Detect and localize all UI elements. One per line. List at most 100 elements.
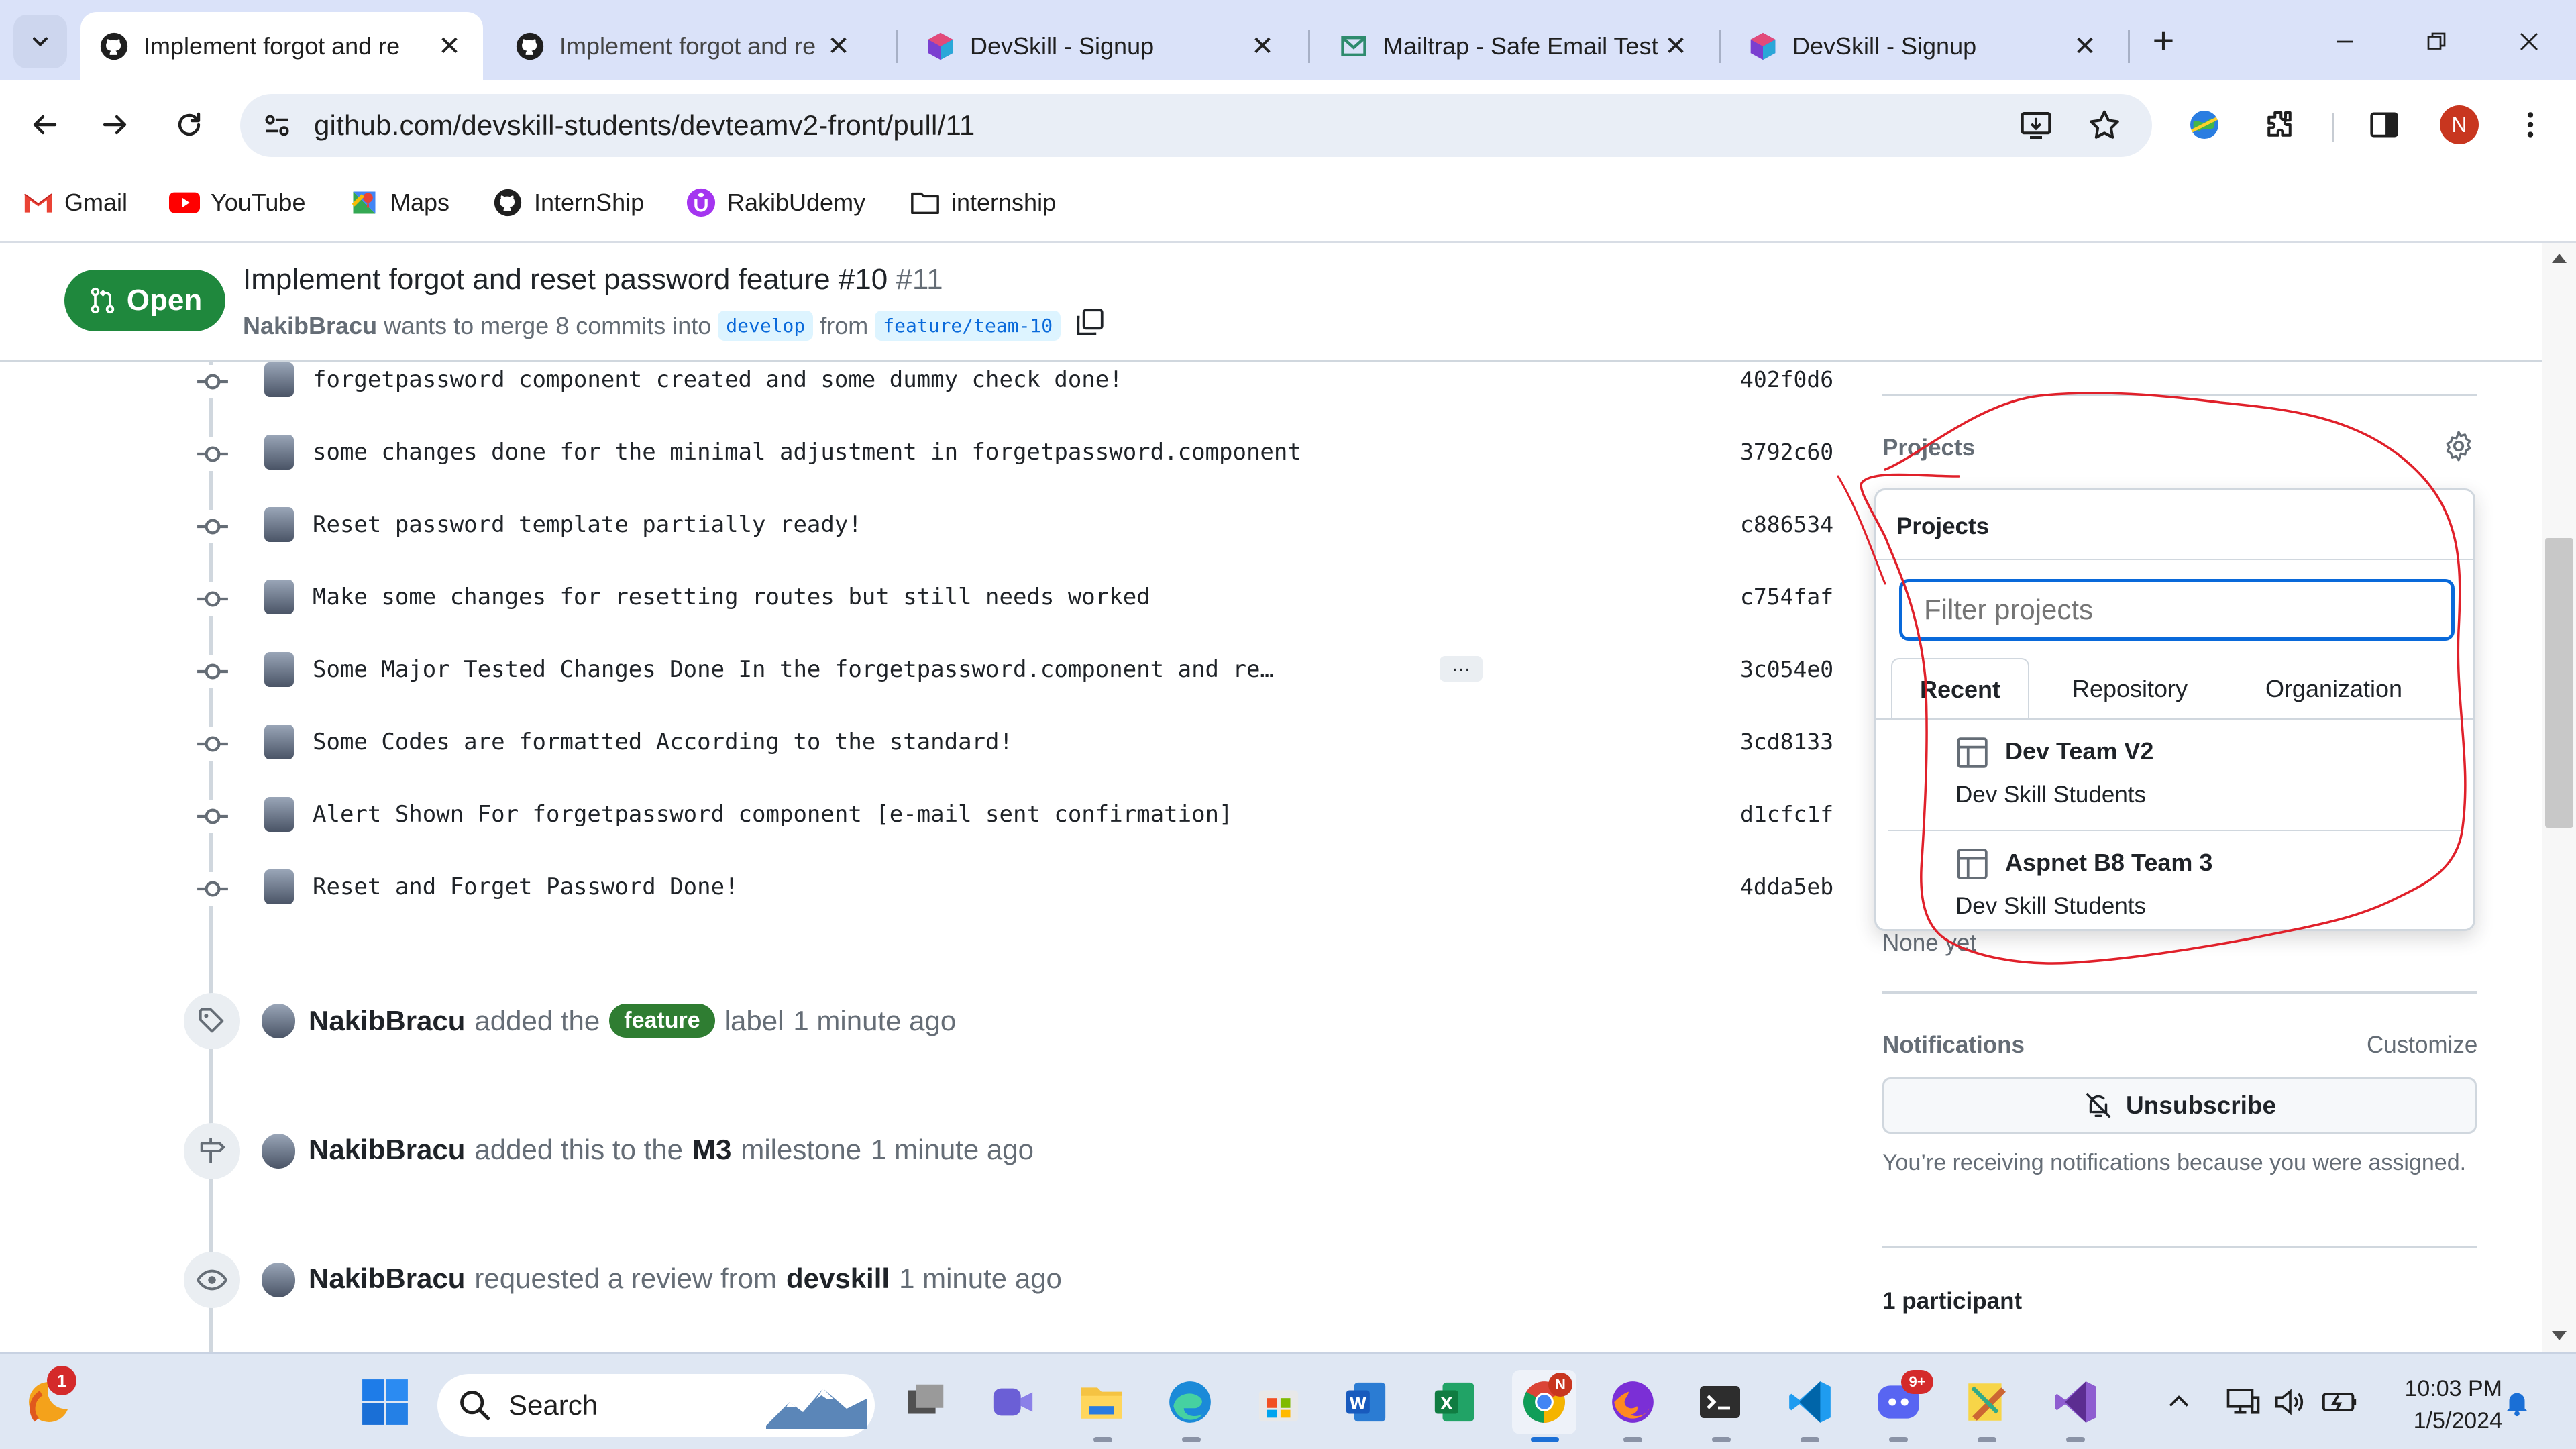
- bookmark-folder-internship[interactable]: internship: [910, 184, 1056, 221]
- system-clock[interactable]: 10:03 PM 1/5/2024: [2375, 1373, 2502, 1437]
- bookmark-rakibudemy[interactable]: RakibUdemy: [686, 184, 865, 221]
- commit-message-link[interactable]: forgetpassword component created and som…: [313, 366, 1123, 393]
- chrome-icon[interactable]: N: [1512, 1370, 1576, 1434]
- avatar[interactable]: [262, 1004, 295, 1038]
- gear-icon[interactable]: [2442, 429, 2475, 466]
- install-app-icon[interactable]: [2018, 107, 2054, 147]
- address-bar[interactable]: github.com/devskill-students/devteamv2-f…: [240, 94, 2152, 157]
- event-time-link[interactable]: 1 minute ago: [899, 1263, 1062, 1295]
- avatar[interactable]: [264, 724, 294, 759]
- meet-chat-icon[interactable]: [981, 1370, 1045, 1434]
- commit-sha-link[interactable]: 3cd8133: [1740, 729, 1833, 755]
- visual-studio-icon[interactable]: [2043, 1370, 2108, 1434]
- start-button[interactable]: [353, 1370, 417, 1434]
- pr-author-link[interactable]: NakibBracu: [243, 312, 377, 340]
- file-explorer-icon[interactable]: [1069, 1370, 1134, 1434]
- forward-button[interactable]: [91, 101, 140, 149]
- paint-tools-icon[interactable]: [1955, 1370, 2019, 1434]
- commit-message-link[interactable]: Alert Shown For forgetpassword component…: [313, 801, 1232, 828]
- bookmark-maps[interactable]: Maps: [349, 184, 449, 221]
- avatar[interactable]: [262, 1263, 295, 1297]
- event-time-link[interactable]: 1 minute ago: [793, 1005, 956, 1037]
- minimize-button[interactable]: [2318, 16, 2372, 67]
- reviewer-link[interactable]: devskill: [786, 1263, 890, 1295]
- profile-avatar[interactable]: N: [2435, 101, 2483, 149]
- copy-icon[interactable]: [1073, 306, 1106, 345]
- close-icon[interactable]: ✕: [824, 32, 853, 61]
- event-actor-link[interactable]: NakibBracu: [309, 1263, 465, 1295]
- bookmark-star-icon[interactable]: [2086, 107, 2123, 147]
- close-icon[interactable]: ✕: [1248, 32, 1277, 61]
- notification-bell-icon[interactable]: [2490, 1370, 2544, 1434]
- commit-message-link[interactable]: Some Major Tested Changes Done In the fo…: [313, 656, 1274, 683]
- reload-button[interactable]: [165, 101, 213, 149]
- tab-1[interactable]: Implement forgot and re ✕: [80, 12, 483, 80]
- commit-message-link[interactable]: Reset password template partially ready!: [313, 511, 862, 538]
- bookmark-youtube[interactable]: YouTube: [169, 184, 305, 221]
- avatar[interactable]: [264, 435, 294, 470]
- weather-widget-icon[interactable]: 1: [13, 1366, 78, 1434]
- commit-sha-link[interactable]: 3c054e0: [1740, 656, 1833, 682]
- avatar[interactable]: [264, 797, 294, 832]
- tab-4[interactable]: Mailtrap - Safe Email Test ✕: [1320, 12, 1709, 80]
- commit-sha-link[interactable]: d1cfc1f: [1740, 801, 1833, 827]
- word-icon[interactable]: W: [1334, 1370, 1398, 1434]
- avatar[interactable]: [264, 869, 294, 904]
- microsoft-store-icon[interactable]: [1246, 1370, 1311, 1434]
- more-menu-icon[interactable]: [2506, 101, 2555, 149]
- expand-commit-message-button[interactable]: …: [1440, 655, 1483, 682]
- avatar[interactable]: [264, 580, 294, 614]
- scroll-down-arrow-icon[interactable]: [2552, 1331, 2567, 1340]
- head-branch[interactable]: feature/team-10: [875, 311, 1061, 341]
- project-item[interactable]: Aspnet B8 Team 3 Dev Skill Students: [1876, 831, 2473, 941]
- chevron-up-icon[interactable]: [2147, 1370, 2211, 1434]
- terminal-icon[interactable]: [1688, 1370, 1752, 1434]
- project-item[interactable]: Dev Team V2 Dev Skill Students: [1876, 720, 2473, 830]
- event-time-link[interactable]: 1 minute ago: [871, 1134, 1034, 1166]
- avatar[interactable]: [264, 362, 294, 397]
- edge-browser-icon[interactable]: [1158, 1370, 1222, 1434]
- tab-recent[interactable]: Recent: [1891, 658, 2029, 720]
- filter-projects-input[interactable]: [1899, 579, 2455, 641]
- close-icon[interactable]: ✕: [1661, 32, 1690, 61]
- commit-message-link[interactable]: Some Codes are formatted According to th…: [313, 729, 1013, 755]
- side-panel-icon[interactable]: [2360, 101, 2408, 149]
- base-branch[interactable]: develop: [718, 311, 814, 341]
- event-actor-link[interactable]: NakibBracu: [309, 1134, 465, 1166]
- commit-sha-link[interactable]: 4dda5eb: [1740, 873, 1833, 900]
- event-actor-link[interactable]: NakibBracu: [309, 1005, 465, 1037]
- feature-label-badge[interactable]: feature: [609, 1004, 715, 1038]
- commit-sha-link[interactable]: 3792c60: [1740, 439, 1833, 465]
- commit-message-link[interactable]: Reset and Forget Password Done!: [313, 873, 739, 900]
- customize-link[interactable]: Customize: [2367, 1032, 2477, 1059]
- tab-5[interactable]: DevSkill - Signup ✕: [1729, 12, 2118, 80]
- site-info-icon[interactable]: [260, 109, 294, 146]
- bookmark-gmail[interactable]: Gmail: [23, 184, 127, 221]
- new-tab-button[interactable]: +: [2141, 20, 2186, 64]
- commit-message-link[interactable]: some changes done for the minimal adjust…: [313, 439, 1301, 466]
- back-button[interactable]: [20, 101, 68, 149]
- tab-organization[interactable]: Organization: [2226, 658, 2441, 720]
- battery-icon[interactable]: [2308, 1370, 2372, 1434]
- bookmark-internship-github[interactable]: InternShip: [492, 184, 644, 221]
- close-icon[interactable]: ✕: [435, 32, 464, 61]
- tab-repository[interactable]: Repository: [2049, 658, 2210, 720]
- firefox-icon[interactable]: [1601, 1370, 1665, 1434]
- commit-sha-link[interactable]: c754faf: [1740, 584, 1833, 610]
- restore-button[interactable]: [2410, 16, 2463, 67]
- tab-2[interactable]: Implement forgot and re ✕: [496, 12, 872, 80]
- commit-message-link[interactable]: Make some changes for resetting routes b…: [313, 584, 1150, 610]
- extension-globe-icon[interactable]: [2180, 101, 2229, 149]
- taskbar-search-box[interactable]: Search: [437, 1374, 875, 1437]
- projects-heading[interactable]: Projects: [1882, 435, 1975, 462]
- milestone-link[interactable]: M3: [692, 1134, 731, 1166]
- commit-sha-link[interactable]: c886534: [1740, 511, 1833, 537]
- avatar[interactable]: [264, 507, 294, 542]
- extensions-puzzle-icon[interactable]: [2255, 101, 2304, 149]
- discord-icon[interactable]: 9+: [1866, 1370, 1933, 1434]
- scroll-up-arrow-icon[interactable]: [2552, 254, 2567, 263]
- task-view-icon[interactable]: [894, 1370, 958, 1434]
- close-window-button[interactable]: [2502, 16, 2556, 67]
- excel-icon[interactable]: X: [1422, 1370, 1487, 1434]
- unsubscribe-button[interactable]: Unsubscribe: [1882, 1077, 2477, 1134]
